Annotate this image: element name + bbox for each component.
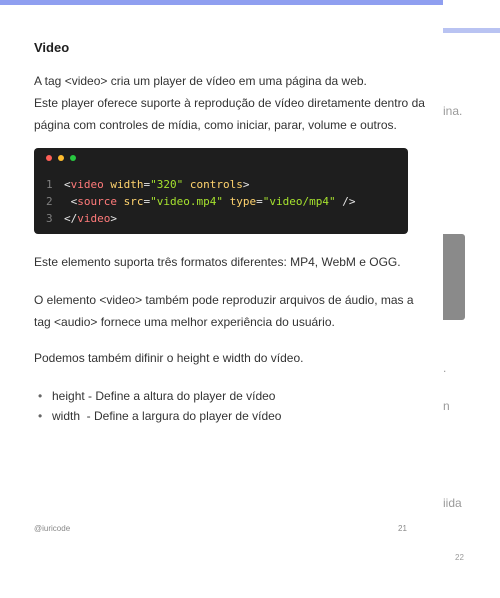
code-punct: > — [242, 178, 250, 191]
code-punct: > — [110, 212, 117, 225]
code-tag-name: source — [77, 195, 117, 208]
maximize-dot-icon — [70, 155, 76, 161]
list-item-text: height - Define a altura do player de ví… — [52, 389, 276, 403]
code-line: 3 </video> — [46, 210, 355, 227]
code-attr-name: src — [123, 195, 144, 208]
list-item: • width - Define a largura do player de v… — [34, 406, 281, 426]
next-page-fragment: . — [443, 361, 447, 375]
code-punct: </ — [64, 212, 78, 225]
code-line: 2 <source src="video.mp4" type="video/mp… — [46, 193, 355, 210]
intro-paragraph: A tag <video> cria um player de vídeo em… — [34, 70, 425, 136]
next-page-fragment: ina. — [443, 104, 463, 118]
bullet-icon: • — [38, 389, 43, 403]
list-item: • height - Define a altura do player de v… — [34, 386, 281, 406]
code-tag-name: video — [70, 178, 104, 191]
code-attr-name: type — [229, 195, 257, 208]
next-page-number: 22 — [455, 553, 464, 562]
document-page: Video A tag <video> cria um player de ví… — [0, 0, 443, 598]
attributes-list: • height - Define a altura do player de v… — [34, 386, 281, 426]
code-block: 1 <video width="320" controls> 2 <source s… — [34, 148, 408, 234]
code-attr-name: width — [110, 178, 144, 191]
text-line: tag <audio> fornece uma melhor experiênc… — [34, 315, 335, 329]
code-punct: < — [64, 195, 78, 208]
bullet-icon: • — [38, 409, 43, 423]
window-dots — [46, 155, 76, 161]
code-lines: 1 <video width="320" controls> 2 <source s… — [46, 176, 355, 227]
line-number: 2 — [46, 195, 53, 208]
code-punct: /> — [335, 195, 356, 208]
code-punct: = — [256, 195, 263, 208]
line-number: 1 — [46, 178, 53, 191]
text-line: Este player oferece suporte à reprodução… — [34, 96, 425, 110]
code-line: 1 <video width="320" controls> — [46, 176, 355, 193]
minimize-dot-icon — [58, 155, 64, 161]
line-number: 3 — [46, 212, 53, 225]
code-attr-name: controls — [189, 178, 243, 191]
audio-paragraph: O elemento <video> também pode reproduzi… — [34, 289, 414, 333]
code-tag-name: video — [77, 212, 111, 225]
code-attr-value: "video/mp4" — [262, 195, 336, 208]
next-page-accent-bar — [443, 28, 500, 33]
text-line: A tag <video> cria um player de vídeo em… — [34, 74, 367, 88]
next-page-fragment: iida — [443, 496, 462, 510]
code-attr-value: "320" — [150, 178, 184, 191]
code-attr-value: "video.mp4" — [150, 195, 223, 208]
page-number: 21 — [398, 524, 407, 533]
text-line: página com controles de mídia, como inic… — [34, 118, 397, 132]
next-page-fragment: n — [443, 399, 450, 413]
code-punct: < — [64, 178, 71, 191]
text-line: O elemento <video> também pode reproduzi… — [34, 293, 414, 307]
next-page-image-fragment — [443, 234, 465, 320]
size-paragraph: Podemos também difinir o height e width … — [34, 351, 304, 365]
close-dot-icon — [46, 155, 52, 161]
footer-author: @iuricode — [34, 524, 71, 533]
list-item-text: width - Define a largura do player de ví… — [52, 409, 282, 423]
section-title: Video — [34, 40, 70, 55]
formats-paragraph: Este elemento suporta três formatos dife… — [34, 255, 401, 269]
